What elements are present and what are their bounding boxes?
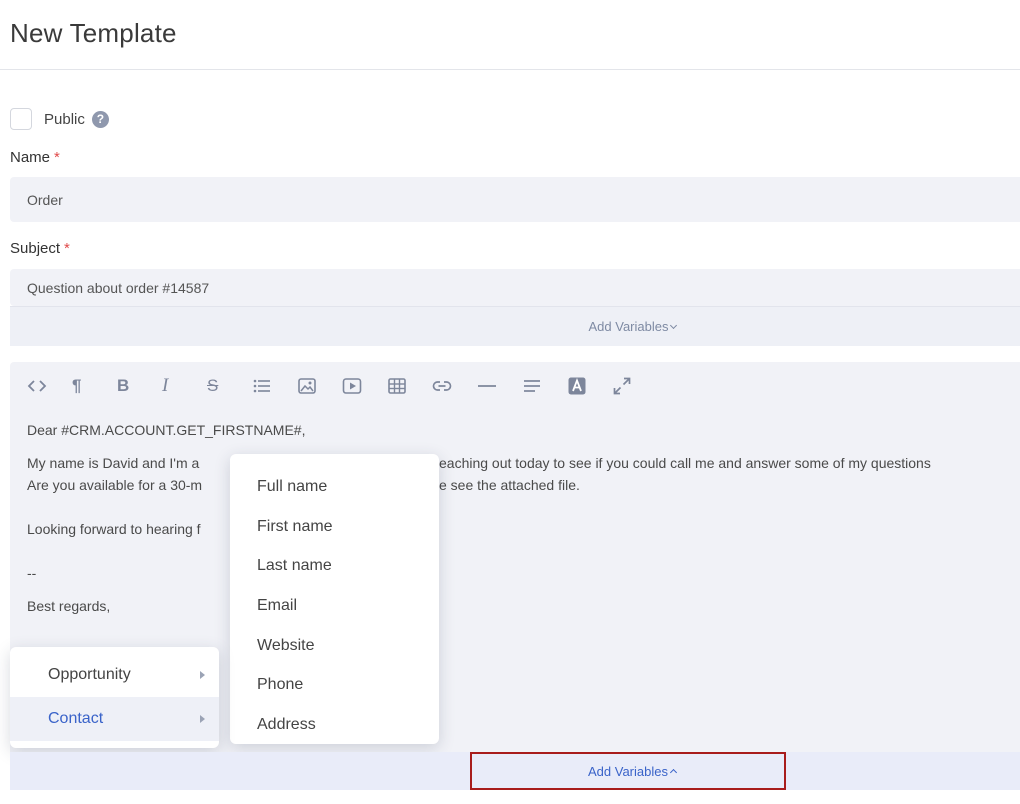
menu-item-website[interactable]: Website bbox=[230, 626, 439, 666]
video-icon[interactable] bbox=[340, 374, 385, 398]
align-icon[interactable] bbox=[520, 374, 565, 398]
subject-add-variables-button[interactable]: Add Variables bbox=[10, 306, 1020, 346]
body-line-1-right: eaching out today to see if you could ca… bbox=[439, 455, 931, 471]
subject-label: Subject * bbox=[10, 240, 70, 257]
link-icon[interactable] bbox=[430, 374, 475, 398]
title-divider bbox=[0, 69, 1020, 70]
text-color-icon[interactable] bbox=[565, 374, 610, 398]
bulleted-list-icon[interactable] bbox=[250, 374, 295, 398]
name-input[interactable]: Order bbox=[10, 177, 1020, 222]
variable-category-menu: Opportunity Contact bbox=[10, 647, 219, 748]
paragraph-glyph: ¶ bbox=[72, 376, 82, 395]
public-checkbox[interactable] bbox=[10, 108, 32, 130]
strikethrough-icon[interactable]: S bbox=[205, 374, 250, 398]
menu-item-contact[interactable]: Contact bbox=[10, 697, 219, 741]
opportunity-label: Opportunity bbox=[48, 666, 131, 683]
menu-item-first-name[interactable]: First name bbox=[230, 507, 439, 547]
italic-icon[interactable]: I bbox=[160, 374, 205, 398]
chevron-up-icon bbox=[669, 768, 678, 777]
menu-item-email[interactable]: Email bbox=[230, 586, 439, 626]
contact-label: Contact bbox=[48, 710, 104, 727]
horizontal-rule-icon[interactable] bbox=[475, 374, 520, 398]
subject-input[interactable]: Question about order #14587 bbox=[10, 269, 1020, 306]
name-label-text: Name bbox=[10, 149, 51, 166]
strike-glyph: S bbox=[207, 376, 219, 395]
body-line-2: Are you available for a 30-m bbox=[27, 477, 203, 493]
bold-icon[interactable]: B bbox=[115, 374, 160, 398]
menu-item-phone[interactable]: Phone bbox=[230, 665, 439, 705]
submenu-arrow-icon bbox=[200, 715, 205, 723]
paragraph-icon[interactable]: ¶ bbox=[70, 374, 115, 398]
menu-item-address[interactable]: Address bbox=[230, 705, 439, 745]
subject-label-text: Subject bbox=[10, 240, 61, 257]
name-label: Name * bbox=[10, 149, 60, 166]
required-mark: * bbox=[64, 240, 70, 257]
editor-toolbar: ¶ B I S bbox=[25, 374, 655, 398]
menu-item-opportunity[interactable]: Opportunity bbox=[10, 653, 219, 697]
add-variables-label: Add Variables bbox=[588, 763, 668, 779]
page-title: New Template bbox=[10, 18, 177, 48]
required-mark: * bbox=[54, 149, 60, 166]
chevron-down-icon bbox=[670, 321, 678, 329]
public-row: Public ? bbox=[10, 107, 109, 131]
contact-fields-menu: Full name First name Last name Email Web… bbox=[230, 454, 439, 744]
body-line-2-right: e see the attached file. bbox=[439, 477, 580, 493]
table-icon[interactable] bbox=[385, 374, 430, 398]
public-label: Public bbox=[44, 110, 85, 128]
menu-item-last-name[interactable]: Last name bbox=[230, 546, 439, 586]
question-circle-icon[interactable]: ? bbox=[91, 110, 109, 128]
body-line-1: My name is David and I'm a bbox=[27, 455, 200, 471]
body-line-3: Looking forward to hearing f bbox=[27, 521, 201, 537]
subject-add-variables-label: Add Variables bbox=[588, 319, 669, 334]
fullscreen-icon[interactable] bbox=[610, 374, 655, 398]
body-separator: -- bbox=[27, 565, 37, 581]
image-icon[interactable] bbox=[295, 374, 340, 398]
code-icon[interactable] bbox=[25, 374, 70, 398]
body-regards: Best regards, bbox=[27, 598, 111, 614]
submenu-arrow-icon bbox=[200, 671, 205, 679]
italic-glyph: I bbox=[162, 375, 169, 396]
bold-glyph: B bbox=[117, 376, 130, 395]
body-greeting: Dear #CRM.ACCOUNT.GET_FIRSTNAME#, bbox=[27, 422, 306, 438]
menu-item-full-name[interactable]: Full name bbox=[230, 467, 439, 507]
add-variables-button[interactable]: Add Variables bbox=[470, 752, 786, 790]
